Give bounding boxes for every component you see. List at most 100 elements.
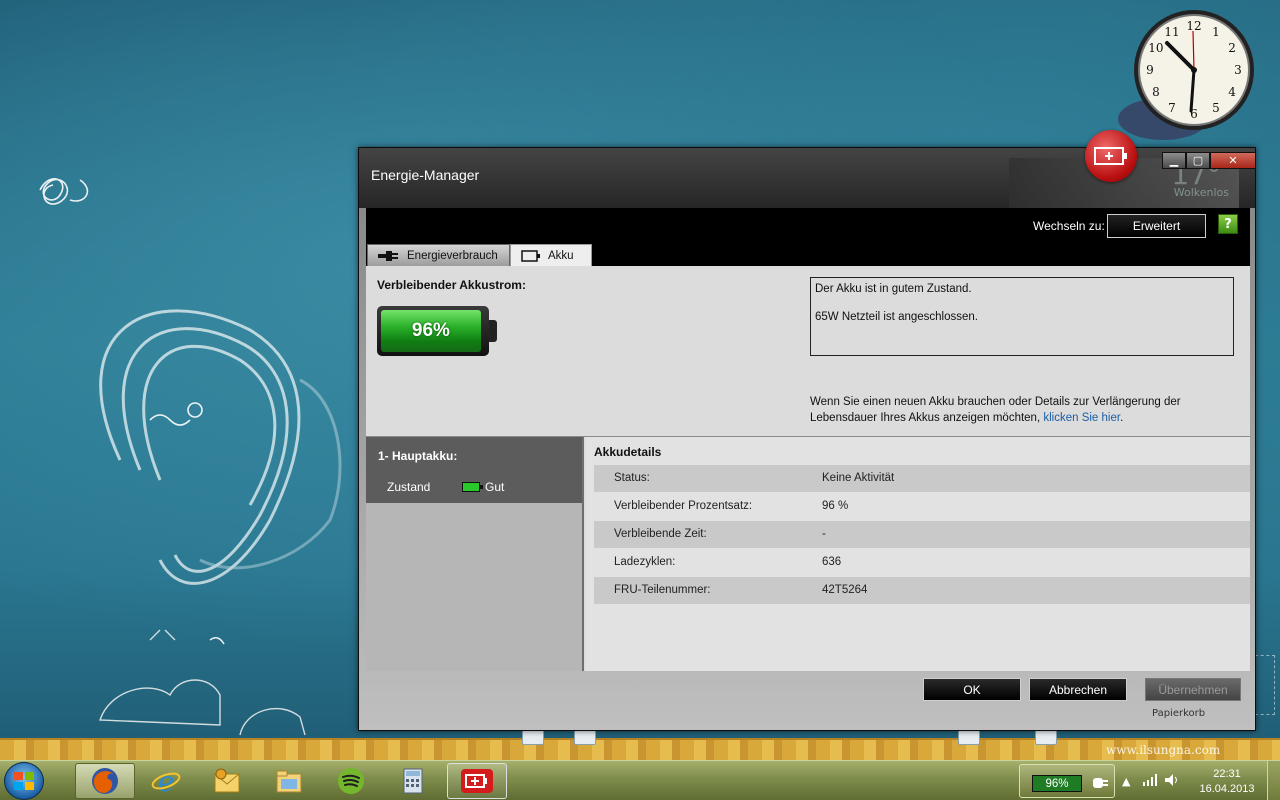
weather-text: Wolkenlos	[1173, 186, 1229, 199]
close-button[interactable]: ✕	[1210, 152, 1256, 169]
tab-label: Akku	[548, 250, 574, 262]
clock-numeral: 7	[1168, 101, 1176, 115]
spotify-icon	[338, 768, 364, 794]
advanced-button[interactable]: Erweitert	[1107, 214, 1206, 238]
clock-numeral: 4	[1228, 85, 1236, 99]
tab-label: Energieverbrauch	[407, 249, 498, 262]
switch-label: Wechseln zu:	[1033, 219, 1105, 233]
ok-button[interactable]: OK	[923, 678, 1021, 701]
clock-numeral: 9	[1146, 63, 1154, 77]
network-icon[interactable]	[1142, 774, 1158, 786]
tray-expand-icon[interactable]: ▲	[1122, 775, 1130, 788]
clock-numeral: 3	[1234, 63, 1242, 77]
cow-leg	[1035, 729, 1057, 745]
taskbar-calculator[interactable]	[383, 763, 443, 799]
battery-list-item[interactable]: 1- Hauptakku: Zustand Gut	[366, 437, 582, 503]
volume-icon[interactable]	[1164, 773, 1180, 787]
info-text-end: .	[1120, 412, 1124, 424]
minimize-icon: ▁	[1169, 154, 1179, 167]
internet-explorer-icon: e	[151, 766, 181, 796]
detail-value: Keine Aktivität	[822, 472, 895, 484]
svg-text:e: e	[158, 766, 175, 796]
close-icon: ✕	[1228, 154, 1238, 167]
cow-leg	[574, 729, 596, 745]
help-icon[interactable]: ?	[1218, 214, 1238, 234]
calculator-icon	[403, 768, 423, 794]
taskbar-firefox[interactable]	[75, 763, 135, 799]
maximize-icon: ▢	[1192, 154, 1204, 167]
windows-logo-icon	[14, 772, 34, 790]
tray-plug-icon	[1093, 778, 1108, 788]
apply-button[interactable]: Übernehmen	[1145, 678, 1241, 701]
detail-row: Verbleibender Prozentsatz: 96 %	[594, 493, 1250, 520]
firefox-icon	[92, 768, 118, 794]
detail-row: Ladezyklen: 636	[594, 549, 1250, 576]
show-desktop-button[interactable]	[1267, 761, 1280, 800]
detail-value: 636	[822, 556, 842, 568]
details-title: Akkudetails	[594, 445, 662, 459]
detail-value: 42T5264	[822, 584, 868, 596]
clock-numeral: 8	[1152, 85, 1160, 99]
clock-numeral: 1	[1212, 25, 1220, 39]
status-line-adapter: 65W Netzteil ist angeschlossen.	[815, 311, 978, 323]
file-explorer-icon	[276, 770, 302, 793]
clock-numeral: 11	[1164, 25, 1179, 39]
energy-manager-badge-icon	[1085, 130, 1137, 182]
recycle-bin-label: Papierkorb	[1152, 708, 1206, 719]
tray-energy-indicator[interactable]: 96%	[1019, 764, 1115, 798]
condition-label: Zustand	[387, 480, 431, 494]
battery-gauge: 96%	[377, 306, 497, 356]
window-controls: ▁ ▢ ✕	[1162, 152, 1256, 170]
battery-body: 96%	[377, 306, 489, 356]
info-text: Wenn Sie einen neuen Akku brauchen oder …	[810, 394, 1230, 426]
energy-manager-window: 17° Wolkenlos Energie-Manager ▁ ▢ ✕ Wech…	[358, 147, 1256, 731]
tab-energieverbrauch[interactable]: Energieverbrauch	[367, 244, 510, 267]
detail-key: FRU-Teilenummer:	[614, 584, 711, 596]
battery-list-panel: 1- Hauptakku: Zustand Gut	[366, 437, 584, 671]
wallpaper-ground	[0, 738, 1280, 760]
plug-icon	[378, 250, 398, 261]
minimize-button[interactable]: ▁	[1162, 152, 1186, 169]
battery-fill: 96%	[381, 310, 481, 352]
detail-key: Verbleibende Zeit:	[614, 528, 707, 540]
cow-leg	[958, 729, 980, 745]
taskbar-energy-manager[interactable]	[447, 763, 507, 799]
maximize-button[interactable]: ▢	[1186, 152, 1210, 169]
detail-value: 96 %	[822, 500, 849, 512]
info-link[interactable]: klicken Sie hier	[1043, 412, 1120, 424]
detail-key: Status:	[614, 472, 650, 484]
battery-icon	[521, 250, 540, 262]
taskbar-mail[interactable]	[197, 763, 257, 799]
clock-numeral: 5	[1212, 101, 1220, 115]
taskbar: e 96% ▲ 22:31 16.04.2013	[0, 760, 1280, 800]
tray-clock[interactable]: 22:31 16.04.2013	[1198, 767, 1256, 797]
tray-time: 22:31	[1213, 768, 1241, 780]
wallpaper-watermark: www.ilsungna.com	[1106, 743, 1221, 757]
battery-good-icon	[462, 482, 483, 492]
tray-date: 16.04.2013	[1199, 783, 1255, 795]
status-line-condition: Der Akku ist in gutem Zustand.	[815, 283, 972, 295]
recycle-bin-icon[interactable]	[1255, 655, 1275, 715]
clock-gadget[interactable]: 12 1234567891011	[1131, 7, 1257, 133]
battery-list-title: 1- Hauptakku:	[378, 449, 458, 463]
clock-numeral: 10	[1148, 41, 1163, 55]
window-title: Energie-Manager	[371, 167, 480, 183]
battery-details: Akkudetails Status: Keine Aktivität Verb…	[586, 437, 1250, 671]
tab-akku[interactable]: Akku	[510, 244, 592, 267]
taskbar-internet-explorer[interactable]: e	[136, 763, 196, 799]
condition-badge: Gut	[462, 480, 504, 494]
detail-row: Verbleibende Zeit: -	[594, 521, 1250, 548]
taskbar-spotify[interactable]	[321, 763, 381, 799]
energy-manager-icon	[461, 769, 493, 793]
condition-value: Gut	[485, 480, 505, 494]
akku-content: Verbleibender Akkustrom: 96% Der Akku is…	[366, 266, 1250, 671]
detail-key: Verbleibender Prozentsatz:	[614, 500, 753, 512]
cancel-button[interactable]: Abbrechen	[1029, 678, 1127, 701]
status-box: Der Akku ist in gutem Zustand. 65W Netzt…	[810, 277, 1234, 356]
remaining-power-title: Verbleibender Akkustrom:	[377, 278, 526, 292]
battery-tip	[489, 320, 497, 342]
clock-numeral: 12	[1186, 19, 1201, 33]
cow-leg	[522, 729, 544, 745]
start-button[interactable]	[4, 762, 44, 800]
taskbar-file-explorer[interactable]	[259, 763, 319, 799]
